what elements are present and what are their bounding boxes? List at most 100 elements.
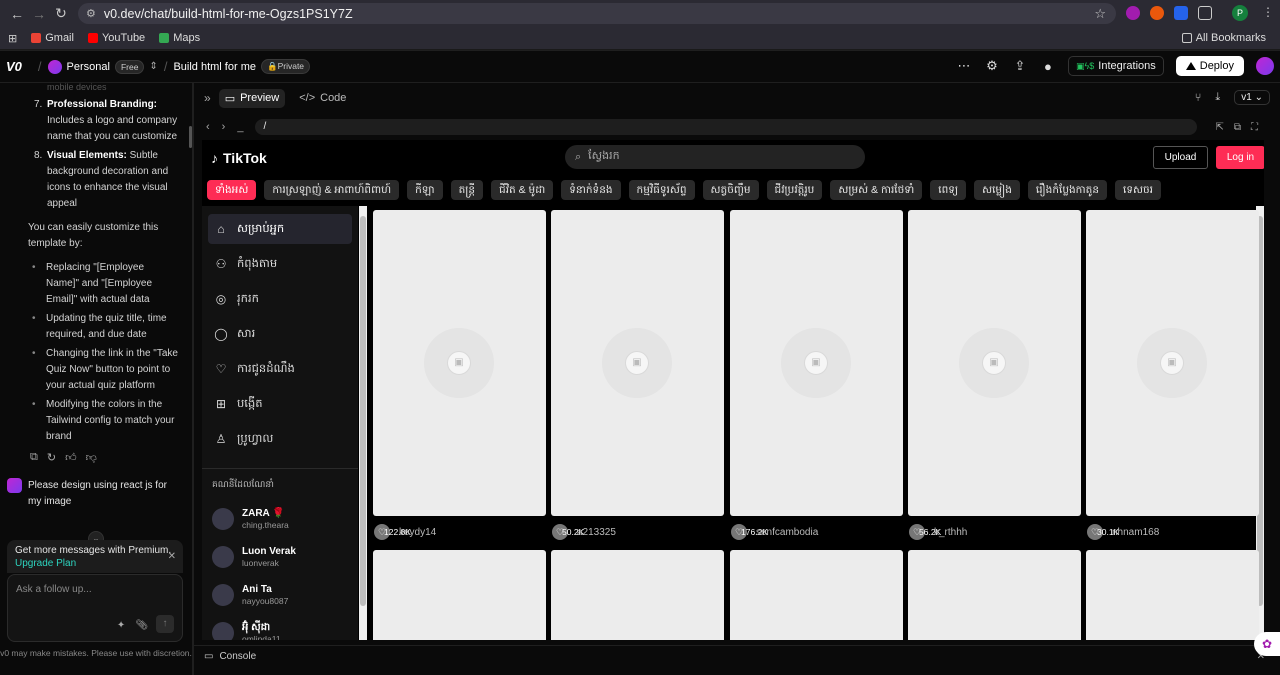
video-card[interactable]: ▣ — [1086, 210, 1259, 516]
extension-icon[interactable] — [1126, 6, 1140, 20]
forward-icon[interactable]: → — [28, 3, 50, 25]
video-card[interactable] — [730, 550, 903, 640]
video-card[interactable] — [551, 550, 724, 640]
floating-helper-icon[interactable]: ✿ — [1254, 632, 1280, 656]
chevron-updown-icon[interactable]: ⇕ — [149, 61, 157, 72]
category-chip[interactable]: ទេសចរ — [1115, 180, 1162, 200]
sidebar-scrollbar[interactable] — [359, 206, 367, 640]
github-icon[interactable]: ● — [1040, 59, 1056, 74]
tab-code[interactable]: </> Code — [293, 89, 352, 107]
project-title[interactable]: Build html for me — [173, 61, 256, 73]
category-chip[interactable]: កម្មវិធីទូរស័ព្ទ — [628, 180, 695, 200]
collapse-icon[interactable]: » — [204, 91, 211, 105]
nav-explore[interactable]: ◎ រុករក — [208, 284, 352, 314]
bookmark-youtube[interactable]: YouTube — [87, 32, 145, 44]
category-chip[interactable]: សត្វចិញ្ចឹម — [702, 180, 759, 200]
site-info-icon[interactable]: ⚙ — [86, 7, 96, 20]
user-avatar[interactable] — [1256, 57, 1274, 75]
category-chip[interactable]: ការស្រឡាញ់ & អាពាហ៍ពិពាហ៍ — [264, 180, 400, 200]
address-bar[interactable]: ⚙ v0.dev/chat/build-html-for-me-Ogzs1PS1… — [78, 3, 1116, 24]
login-button[interactable]: Log in — [1216, 146, 1264, 169]
menu-icon[interactable]: ⋮ — [1262, 6, 1276, 20]
category-chip[interactable]: រឿងកំប្លែងកាតូន — [1027, 180, 1108, 200]
category-chip[interactable]: ទំនាក់ទំនង — [561, 180, 621, 200]
send-button[interactable]: ↑ — [156, 615, 174, 633]
suggested-account[interactable]: Ani Ta nayyou8087 — [202, 576, 358, 614]
fork-icon[interactable]: ⑂ — [1195, 92, 1202, 104]
new-window-icon[interactable]: ⧉ — [1234, 122, 1241, 133]
deploy-button[interactable]: Deploy — [1175, 56, 1244, 76]
extensions-puzzle-icon[interactable] — [1198, 6, 1212, 20]
list-item: Replacing "[Employee Name]" and "[Employ… — [0, 260, 192, 308]
category-chip[interactable]: ពេទ្យ — [930, 180, 967, 200]
nav-following[interactable]: ⚇ កំពុងតាម — [208, 249, 352, 279]
suggested-account[interactable]: អ៊ុំ ស៊ីដា omlinda11 — [202, 614, 358, 640]
list-item: Updating the quiz title, time required, … — [0, 311, 192, 343]
nav-create[interactable]: ⊞ បង្កើត — [208, 389, 352, 419]
extension-icon[interactable] — [1174, 6, 1188, 20]
video-card[interactable] — [908, 550, 1081, 640]
copy-icon[interactable]: ⧉ — [30, 451, 38, 464]
category-chip[interactable]: ទាំងអស់ — [207, 180, 257, 200]
video-card[interactable] — [373, 550, 546, 640]
nav-notifications[interactable]: ♡ ការជូនដំណឹង — [208, 354, 352, 384]
reload-icon[interactable]: ↻ — [50, 3, 72, 25]
v0-header: V0 / Personal Free ⇕ / Build html for me… — [0, 51, 1280, 83]
suggested-account[interactable]: ZARA 🌹 ching.theara — [202, 500, 358, 538]
thumbs-up-icon[interactable]: 👍︎ — [65, 451, 77, 464]
nav-profile[interactable]: ♙ ប្រូហ្វាល — [208, 424, 352, 454]
category-chip[interactable]: ជីវប្រវត្តិរូប — [766, 180, 823, 200]
retry-icon[interactable]: ↻ — [47, 451, 56, 464]
thumbs-down-icon[interactable]: 👎︎ — [86, 451, 97, 464]
nav-for-you[interactable]: ⌂ សម្រាប់អ្នក — [208, 214, 352, 244]
all-bookmarks[interactable]: All Bookmarks — [1181, 32, 1266, 44]
video-card[interactable]: ▣ — [551, 210, 724, 516]
bookmark-star-icon[interactable]: ☆ — [1094, 6, 1106, 22]
sparkle-icon[interactable]: ✦ — [117, 620, 125, 631]
category-chip[interactable]: សម្លៀង — [974, 180, 1020, 200]
category-chip[interactable]: កីឡា — [407, 180, 443, 200]
apps-icon[interactable]: ⊞ — [8, 32, 17, 45]
attach-icon[interactable]: 📎︎ — [135, 620, 148, 631]
nav-messages[interactable]: ◯ សារ — [208, 319, 352, 349]
upgrade-plan-link[interactable]: Upgrade Plan — [15, 558, 76, 569]
video-card[interactable]: ▣ — [730, 210, 903, 516]
upload-button[interactable]: Upload — [1153, 146, 1208, 169]
suggested-account[interactable]: Luon Verak luonverak — [202, 538, 358, 576]
back-icon[interactable]: ‹ — [206, 121, 210, 133]
workspace-name[interactable]: Personal — [67, 61, 110, 73]
forward-icon[interactable]: › — [222, 121, 226, 133]
video-caption: ♡ 56.2K k_rthhh — [908, 523, 1081, 541]
back-icon[interactable]: ← — [6, 3, 28, 25]
category-chip[interactable]: សម្រស់ & ការថែទាំ — [830, 180, 923, 200]
follow-up-input[interactable]: Ask a follow up... ✦ 📎︎ ↑ — [7, 574, 183, 642]
fullscreen-icon[interactable]: ⛶ — [1251, 122, 1258, 133]
chat-scrollbar[interactable] — [189, 126, 192, 148]
extension-icon[interactable] — [1150, 6, 1164, 20]
category-chip[interactable]: តន្ត្រី — [450, 180, 484, 200]
more-icon[interactable]: ⋯ — [956, 58, 972, 74]
preview-icon: ▭ — [224, 92, 236, 105]
avatar — [212, 622, 234, 640]
tab-preview[interactable]: ▭ Preview — [218, 88, 286, 108]
video-card[interactable] — [1086, 550, 1259, 640]
video-card[interactable]: ▣ — [373, 210, 546, 516]
select-icon[interactable]: ⇱ — [1215, 122, 1223, 133]
console-bar[interactable]: ▭ Console ✕ — [194, 645, 1280, 667]
share-icon[interactable]: ⇪ — [1012, 58, 1028, 74]
close-icon[interactable]: ✕ — [168, 550, 176, 563]
profile-avatar[interactable]: P — [1232, 5, 1248, 21]
category-chip[interactable]: ជីវិត & ម៉ូដា — [491, 180, 554, 200]
settings-gear-icon[interactable]: ⚙ — [984, 58, 1000, 74]
integrations-button[interactable]: ▣ϟ$ Integrations — [1067, 56, 1164, 76]
bookmark-maps[interactable]: Maps — [159, 32, 200, 44]
download-icon[interactable]: ⤓ — [1215, 91, 1220, 104]
bookmark-gmail[interactable]: Gmail — [31, 32, 74, 44]
cursor-icon[interactable]: _ — [237, 121, 243, 133]
preview-path[interactable]: / — [255, 119, 1198, 135]
version-select[interactable]: v1 ⌄ — [1234, 90, 1270, 105]
search-input[interactable]: ⌕ ស្វែងរក — [565, 145, 865, 169]
video-card[interactable]: ▣ — [908, 210, 1081, 516]
tiktok-logo[interactable]: ♪ TikTok — [211, 150, 267, 166]
v0-logo[interactable]: V0 — [6, 59, 22, 74]
